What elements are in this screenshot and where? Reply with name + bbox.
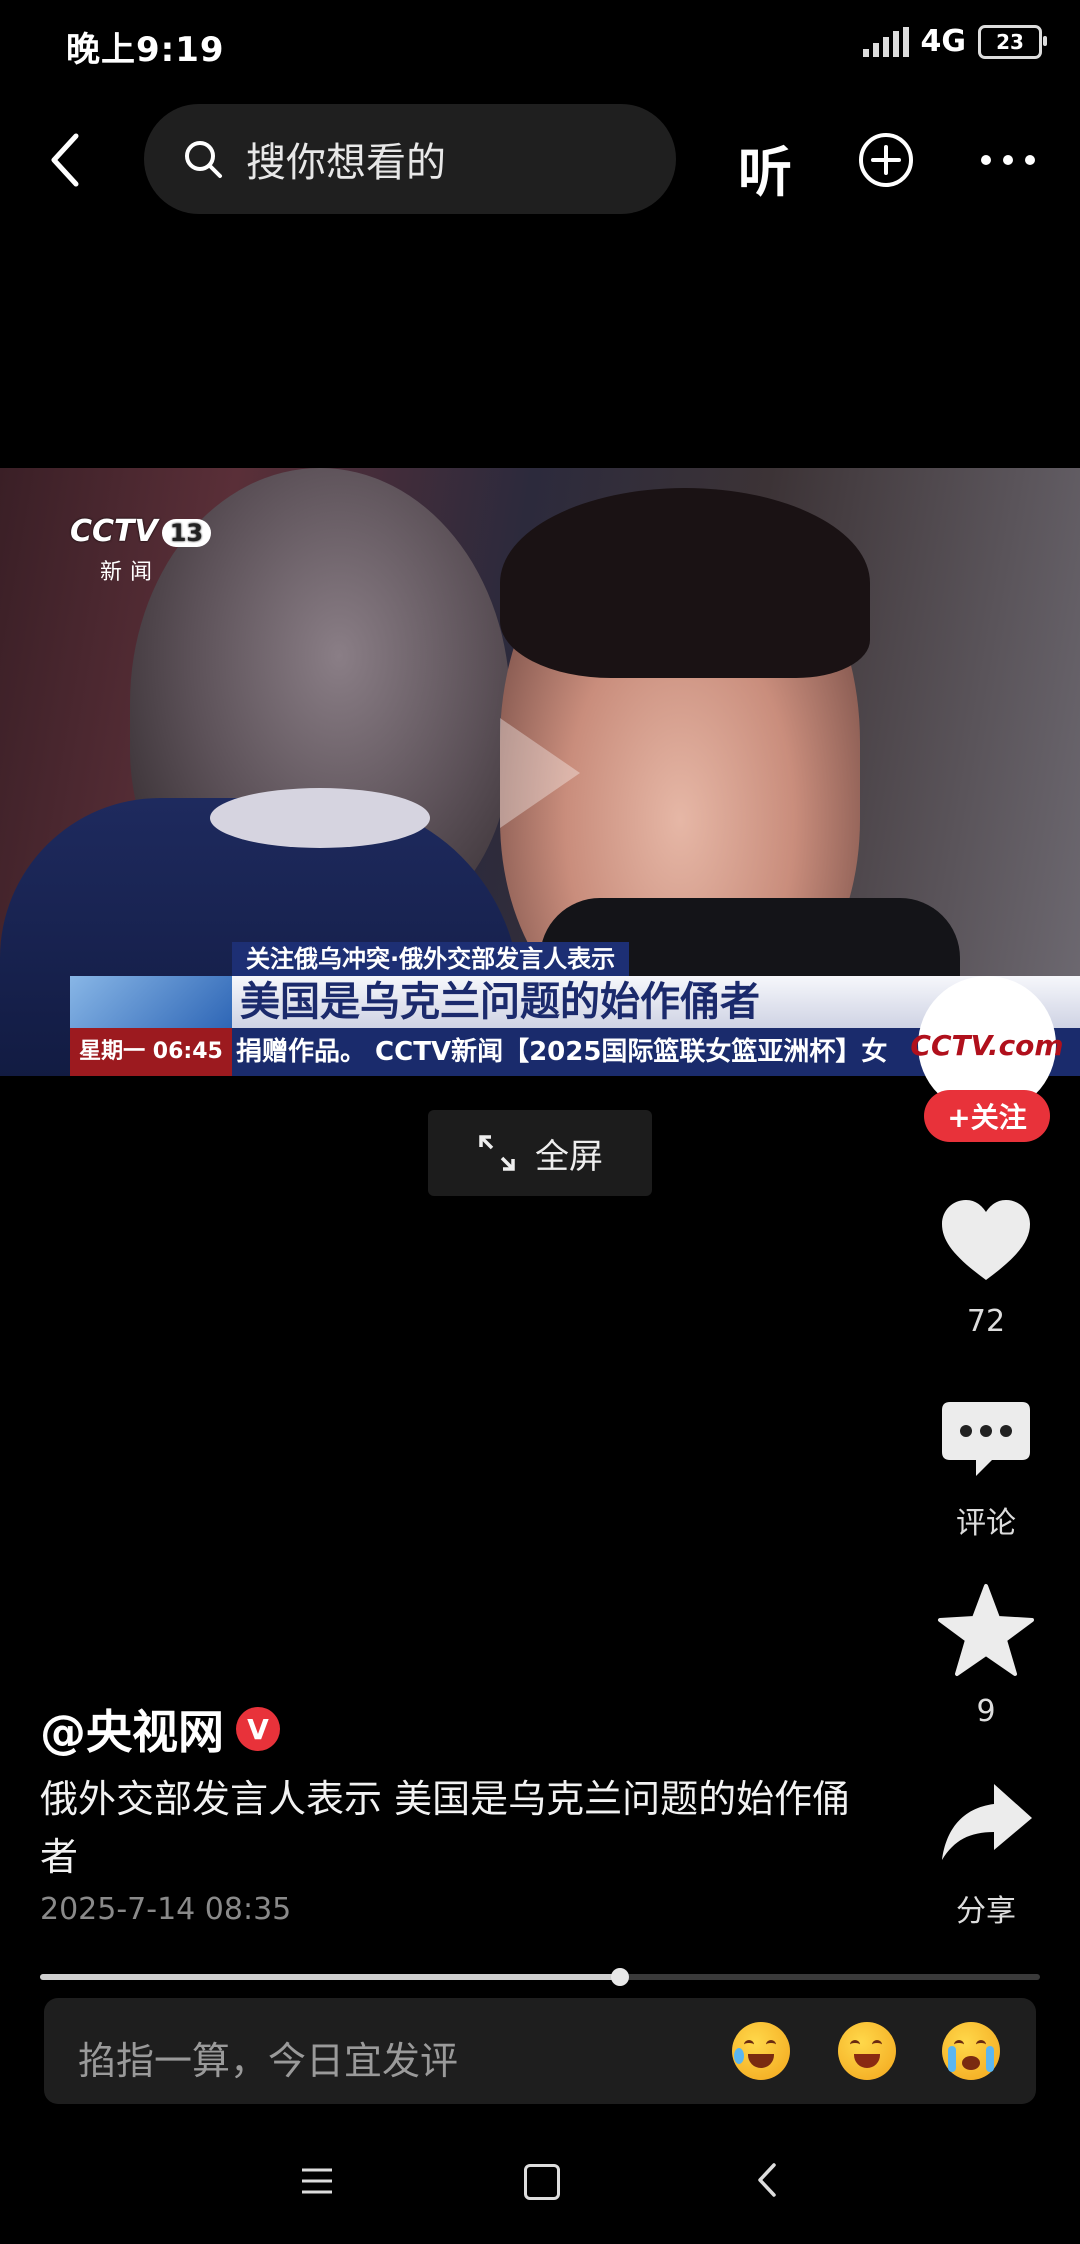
signal-icon — [862, 26, 909, 57]
comment-placeholder: 掐指一算，今日宜发评 — [78, 2039, 459, 2083]
network-type: 4G — [920, 24, 967, 59]
comment-icon[interactable] — [936, 1392, 1036, 1492]
search-box[interactable]: 搜你想看的 — [144, 104, 676, 214]
menu-icon[interactable] — [300, 2166, 334, 2196]
channel-number: 13 — [161, 518, 212, 547]
share-icon[interactable] — [936, 1776, 1036, 1876]
channel-logo: CCTV 13 — [70, 514, 212, 549]
fullscreen-button[interactable]: 全屏 — [428, 1110, 652, 1196]
battery-icon: 23 — [978, 24, 1047, 59]
channel-name: 新闻 — [100, 560, 161, 585]
expand-icon — [479, 1135, 515, 1171]
nav-back-icon[interactable] — [756, 2162, 778, 2198]
verified-badge: V — [236, 1707, 280, 1751]
status-indicators: 4G 23 — [862, 24, 1047, 59]
channel-logo-text: CCTV — [70, 514, 158, 549]
play-icon[interactable] — [500, 718, 580, 828]
favorite-count: 9 — [976, 1694, 996, 1729]
video-figure-hair — [500, 488, 870, 678]
home-icon[interactable] — [524, 2164, 560, 2200]
author-name-row[interactable]: @央视网 V — [40, 1696, 280, 1762]
grin-emoji-icon[interactable] — [838, 2022, 896, 2080]
listen-button[interactable]: 听 — [738, 128, 792, 207]
star-icon[interactable] — [936, 1582, 1036, 1682]
back-arrow-icon[interactable] — [44, 130, 88, 190]
news-subtitle-tag: 关注俄乌冲突·俄外交部发言人表示 — [232, 942, 630, 976]
like-count: 72 — [966, 1304, 1006, 1339]
add-circle-icon[interactable] — [858, 132, 914, 188]
progress-fill — [40, 1974, 620, 1980]
progress-knob[interactable] — [611, 1968, 629, 1986]
fullscreen-label: 全屏 — [535, 1136, 603, 1177]
crying-emoji-icon[interactable] — [942, 2022, 1000, 2080]
laugh-tears-emoji-icon[interactable] — [732, 2022, 790, 2080]
more-options-icon[interactable] — [980, 150, 1036, 170]
post-description: 俄外交部发言人表示 美国是乌克兰问题的始作俑者 — [40, 1777, 851, 1879]
follow-button[interactable]: +关注 — [924, 1090, 1050, 1142]
news-headline: 美国是乌克兰问题的始作俑者 — [240, 979, 760, 1025]
video-player[interactable]: CCTV 13 新闻 关注俄乌冲突·俄外交部发言人表示 美国是乌克兰问题的始作俑者… — [0, 468, 1080, 1076]
heart-icon[interactable] — [936, 1192, 1036, 1292]
status-time: 晚上9:19 — [66, 30, 225, 70]
comment-label: 评论 — [956, 1506, 1016, 1541]
search-icon — [185, 141, 222, 178]
share-label: 分享 — [956, 1894, 1016, 1929]
author-name[interactable]: @央视网 — [40, 1696, 224, 1762]
video-figure-collar — [210, 788, 430, 848]
broadcast-time: 星期一 06:45 — [70, 1028, 232, 1076]
post-timestamp: 2025-7-14 08:35 — [40, 1892, 292, 1927]
search-placeholder: 搜你想看的 — [246, 140, 446, 186]
avatar-logo-text: CCTV.com — [910, 1028, 1064, 1062]
battery-level: 23 — [996, 29, 1024, 54]
globe-graphic — [70, 976, 232, 1028]
